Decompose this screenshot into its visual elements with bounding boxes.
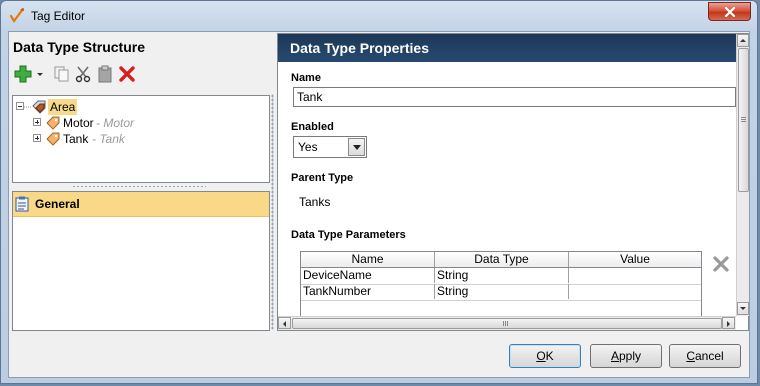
enabled-value: Yes [298,140,318,154]
name-field[interactable]: Tank [293,87,736,107]
expand-toggle[interactable] [33,134,41,142]
tree-sublabel-motor: - Motor [96,116,135,130]
thumb-grip [741,119,746,120]
table-row[interactable]: DeviceName String [301,268,701,285]
param-value-cell[interactable] [569,284,701,299]
param-type-cell[interactable]: String [435,268,569,283]
tag-editor-window: Tag Editor Data Type Structure Area Moto… [0,0,758,384]
copy-icon [54,66,69,82]
vertical-splitter[interactable] [271,94,274,330]
tree-sublabel-tank: - Tank [92,132,125,146]
close-icon [724,7,736,17]
delete-icon [119,66,135,82]
data-type-properties-pane: Data Type Properties Name Tank Enabled Y… [277,33,749,331]
chevron-up-icon [740,39,746,42]
udt-tag-icon [46,116,60,130]
param-name-cell[interactable]: DeviceName [301,268,435,283]
cancel-label-rest: ancel [694,349,724,363]
section-list: General [12,191,270,331]
chevron-right-icon [727,321,730,327]
enabled-dropdown[interactable]: Yes [293,136,367,158]
ok-button[interactable]: OK [509,344,581,368]
tree-connector [24,106,32,108]
chevron-left-icon [283,321,286,327]
ok-mnemonic: O [536,349,546,363]
section-item-general[interactable]: General [13,192,269,217]
section-label-general: General [35,197,80,211]
ok-label-rest: K [545,349,554,363]
param-name-cell[interactable]: TankNumber [301,284,435,299]
dialog-body: Data Type Structure Area Motor - Motor T… [8,31,750,378]
parent-type-label: Parent Type [291,172,354,184]
structure-title: Data Type Structure [13,39,145,55]
close-button[interactable] [708,2,751,21]
name-label: Name [291,72,321,84]
column-header-value[interactable]: Value [569,252,701,267]
paste-button[interactable] [96,65,116,85]
horizontal-scroll-thumb[interactable] [292,318,722,329]
copy-button[interactable] [52,65,72,85]
dropdown-arrow-icon [37,73,43,76]
scroll-left-button[interactable] [278,317,291,329]
tag-editor-icon [9,7,25,23]
scroll-up-button[interactable] [737,34,749,47]
remove-icon [713,256,729,272]
thumb-grip [503,321,504,326]
cut-icon [75,66,91,83]
tree-label-motor: Motor [63,116,94,130]
thumb-grip [741,121,746,122]
scroll-down-button[interactable] [737,302,749,315]
tree-label-area: Area [48,99,78,115]
collapse-toggle[interactable] [16,102,24,110]
parameters-table: Name Data Type Value DeviceName String T… [300,251,702,317]
udt-tag-icon [46,132,60,146]
thumb-grip [507,321,508,326]
window-title: Tag Editor [31,9,86,23]
folder-tag-icon [32,100,46,114]
vertical-scroll-thumb[interactable] [738,48,749,192]
thumb-grip [505,321,506,326]
cancel-mnemonic: C [686,349,695,363]
tree-label-tank: Tank [63,132,89,146]
structure-tree: Area Motor - Motor Tank - Tank [12,95,270,183]
apply-label-rest: pply [619,349,642,363]
param-value-cell[interactable] [569,268,701,283]
cancel-button[interactable]: Cancel [669,344,741,368]
expand-toggle[interactable] [33,118,41,126]
apply-button[interactable]: Apply [590,344,662,368]
apply-mnemonic: A [610,349,619,363]
tree-node-tank[interactable]: Tank - Tank [33,131,253,147]
add-icon [14,65,32,83]
properties-header: Data Type Properties [278,34,736,62]
title-bar[interactable]: Tag Editor [1,1,757,31]
horizontal-scrollbar[interactable] [278,316,736,330]
delete-button[interactable] [118,65,138,85]
table-header: Name Data Type Value [301,252,701,268]
structure-toolbar [14,65,264,87]
chevron-down-icon [740,307,746,310]
properties-page-icon [15,196,29,212]
enabled-label: Enabled [291,121,334,133]
data-type-structure-pane: Data Type Structure Area Motor - Motor T… [10,33,270,333]
table-row[interactable]: TankNumber String [301,284,701,301]
tree-node-motor[interactable]: Motor - Motor [33,115,253,131]
remove-parameter-button[interactable] [713,256,729,275]
paste-icon [98,65,112,83]
horizontal-splitter[interactable] [72,185,206,188]
add-dropdown-button[interactable] [36,65,46,85]
add-button[interactable] [14,65,34,85]
chevron-down-icon[interactable] [348,138,365,156]
params-label: Data Type Parameters [291,229,406,241]
parent-type-value: Tanks [299,195,331,209]
vertical-scrollbar[interactable] [736,34,749,316]
scroll-right-button[interactable] [722,317,735,329]
tree-node-area[interactable]: Area [16,99,256,115]
column-header-name[interactable]: Name [301,252,435,267]
param-type-cell[interactable]: String [435,284,569,299]
column-header-data-type[interactable]: Data Type [435,252,569,267]
thumb-grip [741,117,746,118]
cut-button[interactable] [74,65,94,85]
